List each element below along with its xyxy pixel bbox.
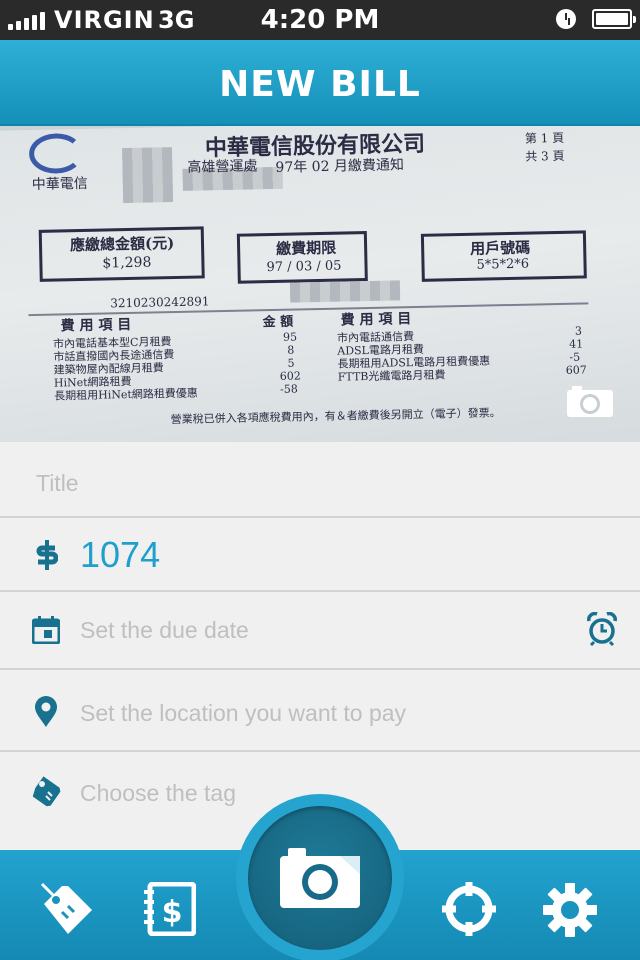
doc-receipt-no: 3210230242891 [110,294,210,311]
doc-footer: 營業稅已併入各項應稅費用內，有＆者繳費後另開立（電子）發票。 [170,406,501,427]
tag-input[interactable]: Choose the tag [80,780,236,807]
amount-input[interactable]: 1074 [80,534,160,576]
due-date-input[interactable]: Set the due date [80,617,249,644]
doc-notice: 97年 02 月繳費通知 [275,157,405,176]
doc-amount-left: 95 [282,330,298,344]
bill-document: 中華電信 中華電信股份有限公司 高雄營運處 97年 02 月繳費通知 第 1 頁… [0,126,640,442]
redacted-block [122,147,174,204]
account-box: 用戶號碼 5*5*2*6 [420,230,587,282]
dollar-icon [36,540,58,570]
tag-icon[interactable] [40,882,96,938]
carrier-name: VIRGIN [54,6,155,34]
status-bar: VIRGIN 3G 4:20 PM [0,0,640,40]
bill-icon[interactable]: $ [144,882,196,936]
doc-amount-left: 8 [287,343,295,357]
bill-photo[interactable]: 中華電信 中華電信股份有限公司 高雄營運處 97年 02 月繳費通知 第 1 頁… [0,126,640,442]
doc-item-right: FTTB光纖電路月租費 [337,368,446,384]
doc-label-total: 應繳總金額(元) [69,234,175,255]
due-date-row[interactable]: Set the due date [0,592,640,670]
doc-amount-left: -58 [279,382,298,396]
company-logo-icon [28,132,84,175]
doc-col-header-left: 費 用 項 目 [60,316,132,335]
due-date-box: 繳費期限 97 / 03 / 05 [236,231,368,284]
tag-icon [32,776,61,807]
camera-button[interactable] [248,806,392,950]
amount-row[interactable]: 1074 [0,518,640,592]
doc-amount-right: 41 [569,337,584,351]
svg-text:$: $ [162,895,183,930]
alarm-clock-icon[interactable] [586,612,618,646]
gear-icon[interactable] [542,882,598,938]
network-type: 3G [158,6,195,34]
location-row[interactable]: Set the location you want to pay [0,670,640,752]
doc-amount-right: -5 [569,350,581,364]
doc-dept: 高雄營運處 [187,158,258,176]
retake-photo-icon[interactable] [566,384,614,418]
redacted-block [289,280,401,303]
target-icon[interactable] [442,882,496,936]
doc-due-value: 97 / 03 / 05 [266,258,342,276]
nav-bar: NEW BILL [0,40,640,126]
total-amount-box: 應繳總金額(元) $1,298 [38,226,205,282]
doc-item-left: 長期租用HiNet網路租費優惠 [54,386,198,403]
doc-label-account: 用戶號碼 [470,238,531,258]
map-pin-icon [35,696,57,727]
doc-amount-right: 607 [565,363,587,377]
location-input[interactable]: Set the location you want to pay [80,700,406,727]
doc-amount-left: 602 [279,369,301,383]
signal-strength-icon [8,10,45,30]
doc-amount-right: 3 [574,324,583,338]
title-input[interactable]: Title [36,470,79,497]
battery-icon [592,9,636,29]
page-title: NEW BILL [219,64,421,105]
doc-logo-text: 中華電信 [31,175,88,194]
doc-total-pages: 共 3 頁 [525,148,565,164]
doc-total-value: $1,298 [102,254,152,272]
doc-col-header-right: 費 用 項 目 [340,311,412,329]
calendar-icon [32,616,60,644]
doc-amount-left: 5 [287,356,295,370]
doc-label-due: 繳費期限 [275,238,337,258]
alarm-status-icon [556,9,576,29]
doc-col-header-amount: 金 額 [262,314,294,331]
doc-account-value: 5*5*2*6 [476,256,530,273]
doc-page: 第 1 頁 [524,130,565,146]
title-row[interactable]: Title [0,442,640,518]
camera-icon [280,848,360,908]
